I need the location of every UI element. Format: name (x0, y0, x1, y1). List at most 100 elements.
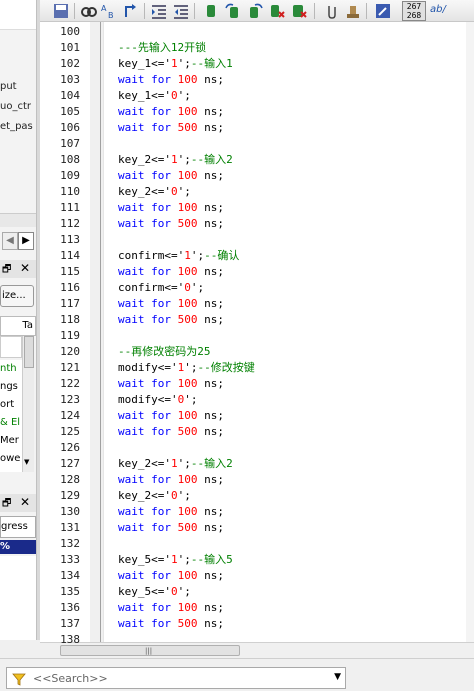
scroll-right-icon[interactable]: ▶ (18, 232, 34, 250)
code-line[interactable]: wait for 100 ns; (118, 600, 224, 616)
code-line[interactable]: wait for 500 ns; (118, 120, 224, 136)
component-list-item[interactable]: nth (0, 362, 36, 376)
code-line[interactable]: wait for 100 ns; (118, 72, 224, 88)
code-line[interactable]: key_5<='1';--输入5 (118, 552, 233, 568)
component-list-item[interactable]: & El (0, 416, 36, 430)
component-list-item[interactable]: ort (0, 398, 36, 412)
code-line[interactable]: wait for 100 ns; (118, 264, 224, 280)
number-token: 1 (184, 249, 191, 262)
restore-icon[interactable]: 🗗 (2, 496, 11, 513)
code-line[interactable]: wait for 100 ns; (118, 104, 224, 120)
prev-bookmark-icon[interactable] (246, 2, 264, 20)
code-line[interactable]: wait for 100 ns; (118, 472, 224, 488)
number-token: 0 (170, 585, 178, 598)
find-replace-icon[interactable]: AB (100, 2, 118, 20)
next-bookmark-icon[interactable] (224, 2, 242, 20)
code-line[interactable]: key_2<='0'; (118, 184, 191, 200)
vertical-scrollbar[interactable] (466, 22, 474, 642)
close-icon[interactable]: ✕ (20, 261, 30, 275)
tab-header[interactable]: Ta (0, 316, 36, 336)
code-line[interactable]: wait for 100 ns; (118, 200, 224, 216)
restore-icon[interactable]: 🗗 (2, 262, 11, 279)
line-number: 119 (60, 329, 80, 342)
code-token: key_2<=' (118, 489, 171, 502)
keyword-token: wait for (118, 217, 178, 230)
hierarchy-item-2[interactable]: et_pas (0, 120, 36, 134)
code-token: ns; (197, 569, 224, 582)
code-line[interactable]: confirm<='0'; (118, 280, 204, 296)
left-top-area (0, 0, 36, 30)
hscroll-thumb[interactable]: ||| (60, 645, 240, 656)
line-number: 110 (60, 185, 80, 198)
code-token: ns; (197, 297, 224, 310)
code-line[interactable]: wait for 500 ns; (118, 424, 224, 440)
progress-list (0, 556, 36, 640)
size-button[interactable]: ize... (0, 285, 34, 307)
code-line[interactable]: key_1<='1';--输入1 (118, 56, 233, 72)
comment-token: --修改按键 (197, 361, 255, 374)
code-line[interactable]: key_5<='0'; (118, 584, 191, 600)
line-number: 114 (60, 249, 80, 262)
panel2-titlebar: 🗗 ✕ (0, 494, 36, 512)
code-line[interactable]: wait for 500 ns; (118, 216, 224, 232)
component-list-item[interactable]: owe (0, 452, 36, 466)
code-line[interactable]: confirm<='1';--确认 (118, 248, 239, 264)
code-line[interactable]: wait for 100 ns; (118, 568, 224, 584)
line-number: 122 (60, 377, 80, 390)
indent-icon[interactable] (150, 2, 168, 20)
chevron-down-icon[interactable]: ▼ (334, 672, 341, 682)
code-line[interactable]: key_1<='0'; (118, 88, 191, 104)
horizontal-scrollbar[interactable]: ||| (40, 642, 474, 658)
code-line[interactable]: wait for 100 ns; (118, 168, 224, 184)
component-list-item[interactable]: Mer (0, 434, 36, 448)
number-token: 100 (177, 265, 198, 278)
code-line[interactable]: ---先输入12开锁 (118, 40, 206, 56)
code-token: ns; (197, 601, 224, 614)
left-scrollbar-h[interactable] (0, 213, 36, 227)
code-line[interactable]: key_2<='0'; (118, 488, 191, 504)
code-line[interactable]: wait for 500 ns; (118, 616, 224, 632)
goto-line-icon[interactable] (122, 2, 140, 20)
filter-icon[interactable] (12, 671, 26, 690)
code-line[interactable]: modify<='1';--修改按键 (118, 360, 255, 376)
code-line[interactable]: wait for 500 ns; (118, 520, 224, 536)
stamp-icon[interactable] (344, 2, 362, 20)
code-line[interactable]: key_2<='1';--输入2 (118, 456, 233, 472)
scroll-left-icon[interactable]: ◀ (2, 232, 18, 250)
code-token: key_2<=' (118, 153, 171, 166)
hierarchy-item-0[interactable]: put (0, 80, 36, 94)
unindent-icon[interactable] (172, 2, 190, 20)
code-line[interactable]: wait for 100 ns; (118, 408, 224, 424)
code-line[interactable]: wait for 500 ns; (118, 312, 224, 328)
code-line[interactable]: wait for 100 ns; (118, 504, 224, 520)
clear-bookmark-icon[interactable] (268, 2, 286, 20)
code-token: ns; (197, 201, 224, 214)
number-token: 100 (177, 377, 198, 390)
line-number: 106 (60, 121, 80, 134)
number-token: 0 (184, 281, 191, 294)
regex-find-button[interactable]: ab/ (430, 4, 446, 15)
hierarchy-item-1[interactable]: uo_ctr (0, 100, 36, 114)
code-line[interactable]: key_2<='1';--输入2 (118, 152, 233, 168)
line-number: 116 (60, 281, 80, 294)
search-input[interactable]: <<Search>> (33, 672, 108, 685)
save-all-icon[interactable] (52, 2, 70, 20)
component-list-item[interactable]: ngs (0, 380, 36, 394)
line-number: 130 (60, 505, 80, 518)
code-line[interactable]: --再修改密码为25 (118, 344, 211, 360)
number-token: 100 (177, 297, 198, 310)
edit-icon[interactable] (374, 2, 392, 20)
find-icon[interactable] (80, 2, 98, 20)
clear-all-bookmarks-icon[interactable] (290, 2, 308, 20)
code-line[interactable]: wait for 100 ns; (118, 376, 224, 392)
component-list: nth ngs ort & El Mer owe (0, 360, 22, 472)
line-number: 103 (60, 73, 80, 86)
code-line[interactable]: wait for 100 ns; (118, 296, 224, 312)
search-box[interactable]: <<Search>> ▼ (6, 667, 346, 689)
close-icon[interactable]: ✕ (20, 495, 30, 509)
line-number-toggle[interactable]: 267 268 (402, 1, 426, 21)
left-panel: put uo_ctr et_pas ◀ ▶ 🗗 ✕ ize... Ta ▼ nt… (0, 0, 36, 640)
bookmark-icon[interactable] (202, 2, 220, 20)
attach-icon[interactable] (322, 2, 340, 20)
code-line[interactable]: modify<='0'; (118, 392, 197, 408)
